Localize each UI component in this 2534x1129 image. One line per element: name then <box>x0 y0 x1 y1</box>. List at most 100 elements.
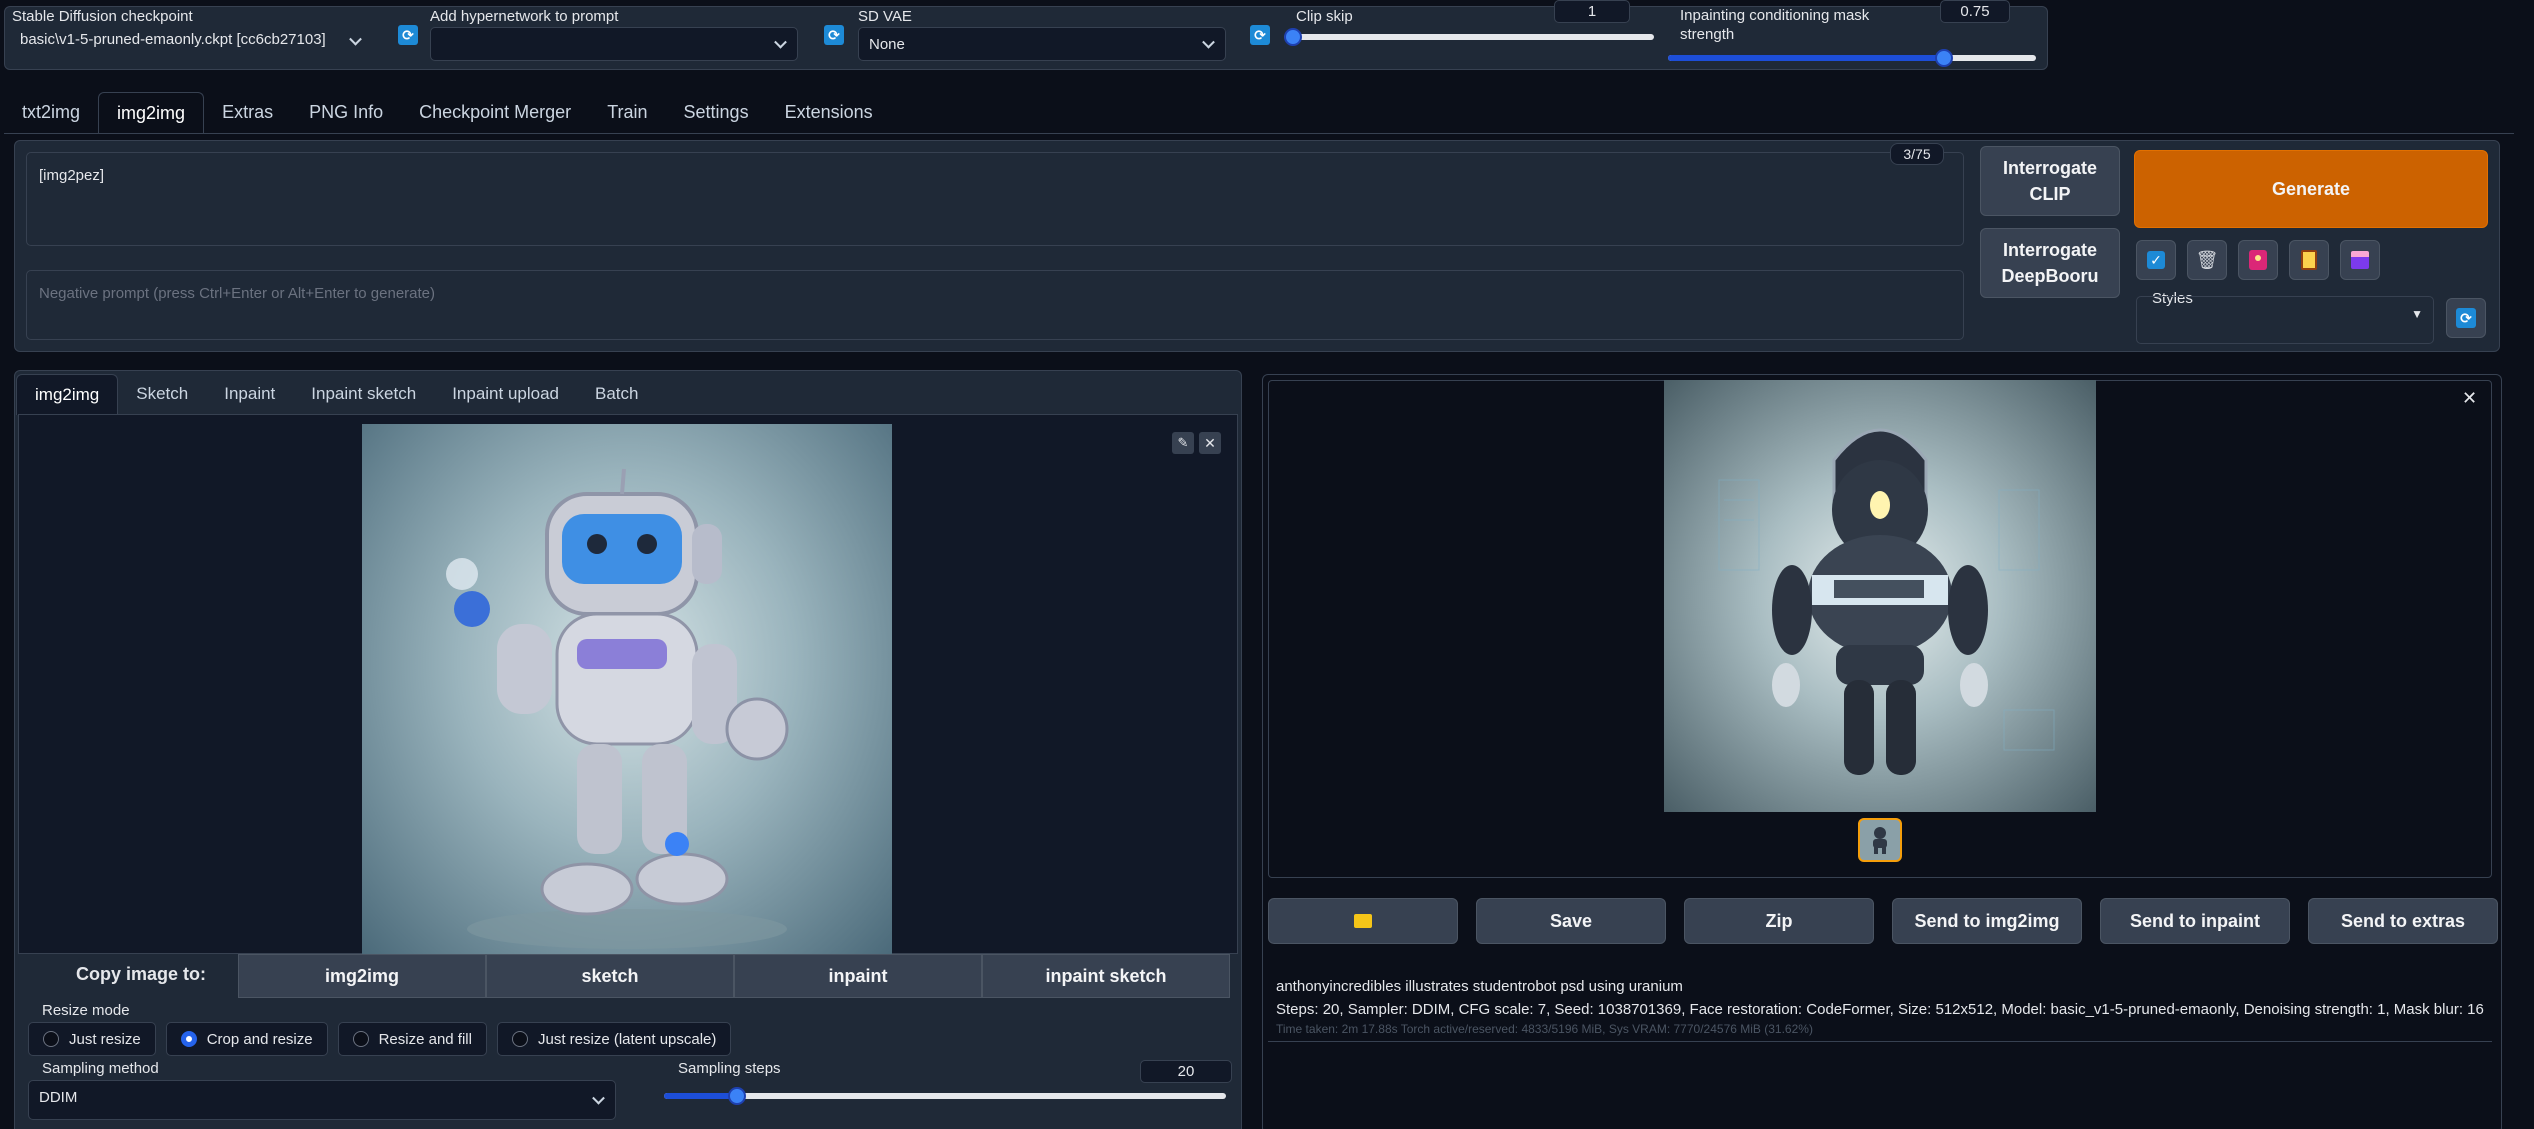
subtab-inpaint-sketch[interactable]: Inpaint sketch <box>293 374 434 415</box>
checkbox-apply-icon[interactable]: ✓ <box>2136 240 2176 280</box>
checkpoint-select[interactable]: basic\v1-5-pruned-emaonly.ckpt [cc6cb271… <box>12 27 372 55</box>
tab-extras[interactable]: Extras <box>204 92 291 134</box>
prompt-text: [img2pez] <box>39 167 105 184</box>
copy-to-img2img-button[interactable]: img2img <box>238 954 486 998</box>
copy-to-inpaint-sketch-button[interactable]: inpaint sketch <box>982 954 1230 998</box>
output-params: Steps: 20, Sampler: DDIM, CFG scale: 7, … <box>1276 1001 2484 1018</box>
subtab-sketch[interactable]: Sketch <box>118 374 206 415</box>
tab-settings[interactable]: Settings <box>666 92 767 134</box>
interrogate-deepbooru-button[interactable]: Interrogate DeepBooru <box>1980 228 2120 298</box>
clip-skip-slider[interactable] <box>1284 28 1654 46</box>
dark-robot-illustration <box>1718 428 2055 775</box>
caret-down-icon: ▼ <box>2411 307 2423 321</box>
output-buttons: Save Zip Send to img2img Send to inpaint… <box>1268 898 2498 944</box>
chevron-down-icon <box>349 32 362 46</box>
generate-button[interactable]: Generate <box>2134 150 2488 228</box>
mask-strength-slider[interactable] <box>1668 49 2036 67</box>
extra-networks-icon[interactable] <box>2238 240 2278 280</box>
interrogate-clip-button[interactable]: Interrogate CLIP <box>1980 146 2120 216</box>
tab-img2img[interactable]: img2img <box>98 92 205 134</box>
checkpoint-group: Stable Diffusion checkpoint basic\v1-5-p… <box>12 8 372 55</box>
main-tabs: txt2img img2img Extras PNG Info Checkpoi… <box>4 92 891 134</box>
refresh-styles-button[interactable]: ⟳ <box>2446 298 2486 338</box>
open-folder-button[interactable] <box>1268 898 1458 944</box>
vae-group: SD VAE None <box>858 8 1226 61</box>
send-to-img2img-button[interactable]: Send to img2img <box>1892 898 2082 944</box>
radio-just-resize[interactable]: Just resize <box>28 1022 156 1056</box>
hypernetwork-group: Add hypernetwork to prompt <box>430 8 798 61</box>
chevron-down-icon <box>592 1091 605 1105</box>
robot-thumbnail-icon <box>1873 827 1887 854</box>
sampling-steps-slider[interactable] <box>664 1087 1226 1105</box>
chevron-down-icon <box>774 35 787 49</box>
radio-crop-and-resize[interactable]: Crop and resize <box>165 1022 328 1056</box>
negative-prompt-input[interactable]: Negative prompt (press Ctrl+Enter or Alt… <box>26 270 1964 340</box>
generation-info: anthonyincredibles illustrates studentro… <box>1268 962 2492 1042</box>
checkpoint-label: Stable Diffusion checkpoint <box>12 8 193 25</box>
send-to-extras-button[interactable]: Send to extras <box>2308 898 2498 944</box>
sampling-steps-label: Sampling steps <box>678 1060 781 1077</box>
tab-checkpoint-merger[interactable]: Checkpoint Merger <box>401 92 589 134</box>
save-style-icon[interactable] <box>2340 240 2380 280</box>
refresh-hypernetwork-icon[interactable]: ⟳ <box>824 25 844 45</box>
mask-strength-label: Inpainting conditioning mask strength <box>1680 7 1870 43</box>
input-subtabs: img2img Sketch Inpaint Inpaint sketch In… <box>16 374 657 415</box>
sampling-method-value: DDIM <box>39 1089 78 1106</box>
close-output-icon[interactable]: ✕ <box>2462 388 2477 409</box>
tab-extensions[interactable]: Extensions <box>767 92 891 134</box>
save-button[interactable]: Save <box>1476 898 1666 944</box>
output-image[interactable] <box>1664 380 2096 812</box>
refresh-checkpoint-icon[interactable]: ⟳ <box>398 25 418 45</box>
tab-txt2img[interactable]: txt2img <box>4 92 98 134</box>
trash-icon[interactable]: 🗑 <box>2187 240 2227 280</box>
radio-latent-upscale[interactable]: Just resize (latent upscale) <box>496 1022 732 1056</box>
mask-strength-thumb[interactable] <box>1935 49 1953 67</box>
prompt-input[interactable]: [img2pez] <box>26 152 1964 246</box>
subtab-inpaint-upload[interactable]: Inpaint upload <box>434 374 577 415</box>
refresh-vae-icon[interactable]: ⟳ <box>1250 25 1270 45</box>
clip-skip-number[interactable]: 1 <box>1554 0 1630 23</box>
resize-mode-radios: Just resize Crop and resize Resize and f… <box>28 1022 732 1056</box>
output-time: Time taken: 2m 17.88s Torch active/reser… <box>1276 1022 1813 1036</box>
vae-label: SD VAE <box>858 8 912 25</box>
vae-select[interactable]: None <box>858 27 1226 61</box>
tab-train[interactable]: Train <box>589 92 665 134</box>
negative-prompt-placeholder: Negative prompt (press Ctrl+Enter or Alt… <box>39 285 436 302</box>
send-to-inpaint-button[interactable]: Send to inpaint <box>2100 898 2290 944</box>
copy-to-sketch-button[interactable]: sketch <box>486 954 734 998</box>
vae-value: None <box>869 36 905 53</box>
subtab-img2img[interactable]: img2img <box>16 374 119 415</box>
sampling-steps-number[interactable]: 20 <box>1140 1060 1232 1083</box>
radio-resize-and-fill[interactable]: Resize and fill <box>337 1022 487 1056</box>
clip-skip-label: Clip skip <box>1296 8 1353 25</box>
hypernetwork-label: Add hypernetwork to prompt <box>430 8 619 25</box>
resize-mode-label: Resize mode <box>42 1002 130 1019</box>
sampling-method-label: Sampling method <box>42 1060 159 1077</box>
input-image <box>362 424 892 954</box>
hypernetwork-select[interactable] <box>430 27 798 61</box>
output-prompt: anthonyincredibles illustrates studentro… <box>1276 978 1683 995</box>
sampling-steps-thumb[interactable] <box>728 1087 747 1105</box>
copy-image-label: Copy image to: <box>76 964 207 984</box>
clip-skip-thumb[interactable] <box>1284 28 1302 46</box>
token-counter: 3/75 <box>1890 143 1944 165</box>
output-thumbnail[interactable] <box>1858 818 1902 862</box>
sampling-method-select[interactable]: DDIM <box>28 1080 616 1120</box>
folder-icon <box>1354 914 1372 928</box>
mask-strength-number[interactable]: 0.75 <box>1940 0 2010 23</box>
close-icon[interactable]: ✕ <box>1199 432 1221 454</box>
tab-underline <box>4 133 2514 134</box>
style-tools: ✓ 🗑 <box>2136 240 2380 280</box>
clipboard-icon[interactable] <box>2289 240 2329 280</box>
edit-icon[interactable]: ✎ <box>1172 432 1194 454</box>
refresh-icon: ⟳ <box>2456 308 2476 328</box>
zip-button[interactable]: Zip <box>1684 898 1874 944</box>
robot-illustration <box>446 468 789 949</box>
styles-select[interactable]: ▼ <box>2136 296 2434 344</box>
copy-image-buttons: img2img sketch inpaint inpaint sketch <box>238 954 1230 998</box>
subtab-batch[interactable]: Batch <box>577 374 656 415</box>
copy-to-inpaint-button[interactable]: inpaint <box>734 954 982 998</box>
tab-png-info[interactable]: PNG Info <box>291 92 401 134</box>
chevron-down-icon <box>1202 35 1215 49</box>
subtab-inpaint[interactable]: Inpaint <box>206 374 293 415</box>
